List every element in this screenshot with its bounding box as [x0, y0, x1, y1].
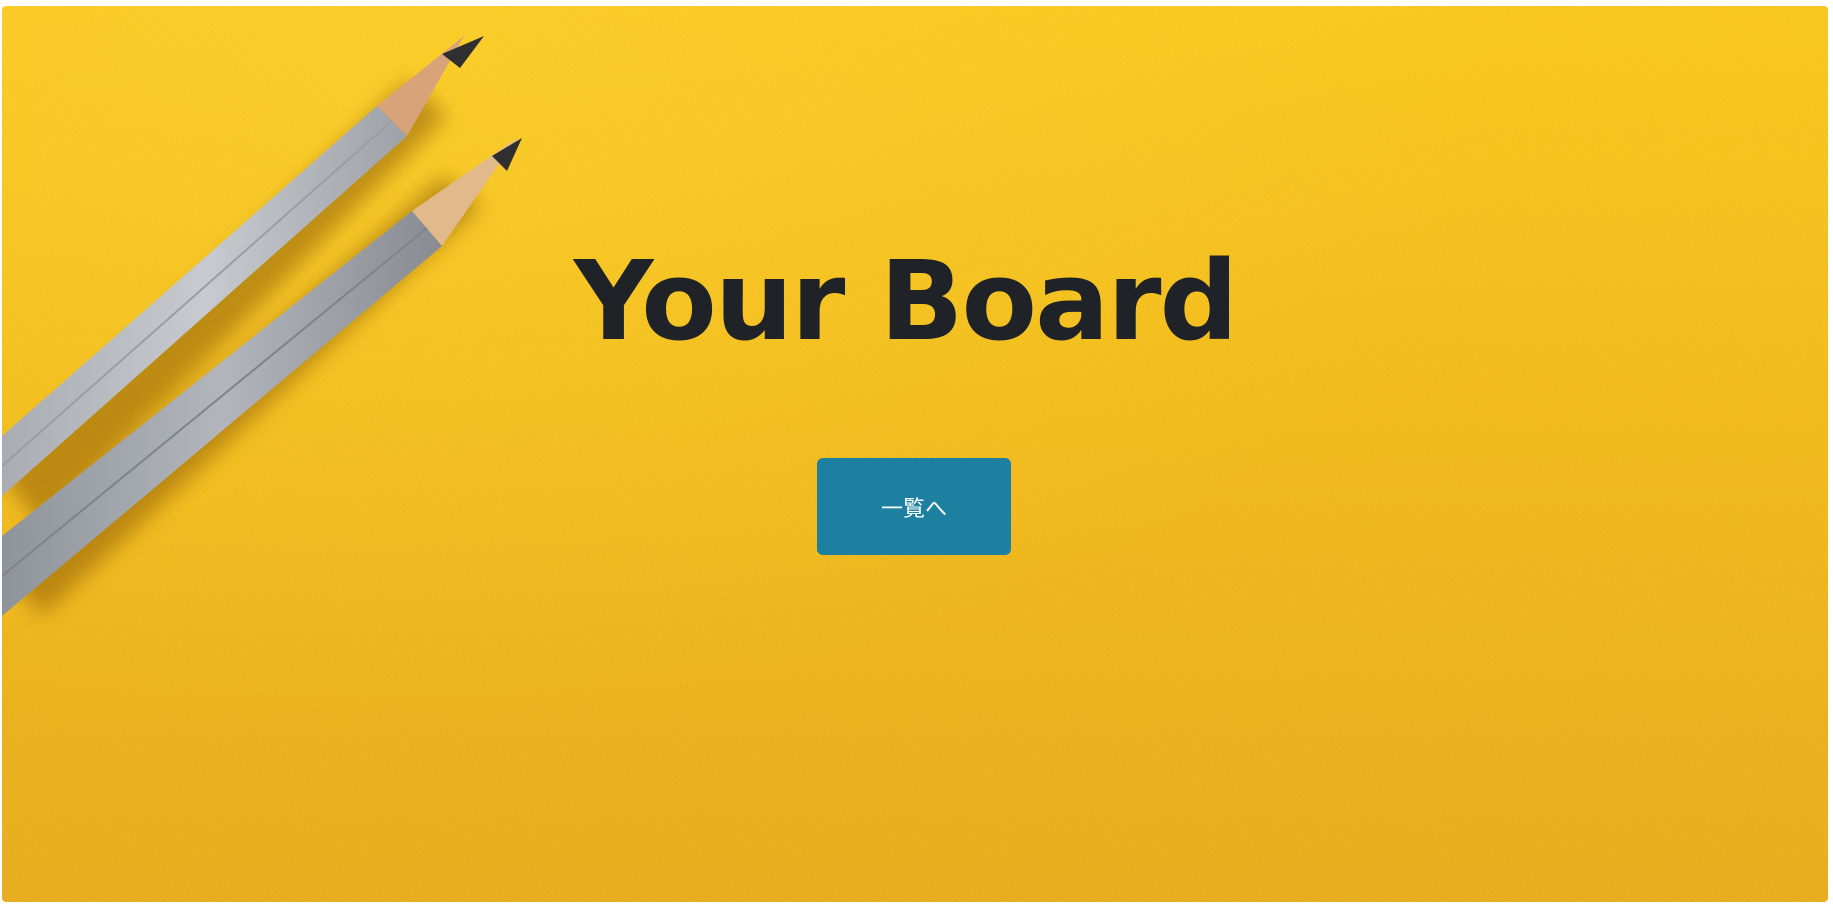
hero-section: Your Board 一覧へ: [2, 6, 1828, 902]
pencils-illustration: [2, 36, 522, 616]
window-edge: [1828, 6, 1833, 902]
page-title: Your Board: [573, 237, 1239, 365]
go-to-list-button[interactable]: 一覧へ: [817, 458, 1011, 555]
